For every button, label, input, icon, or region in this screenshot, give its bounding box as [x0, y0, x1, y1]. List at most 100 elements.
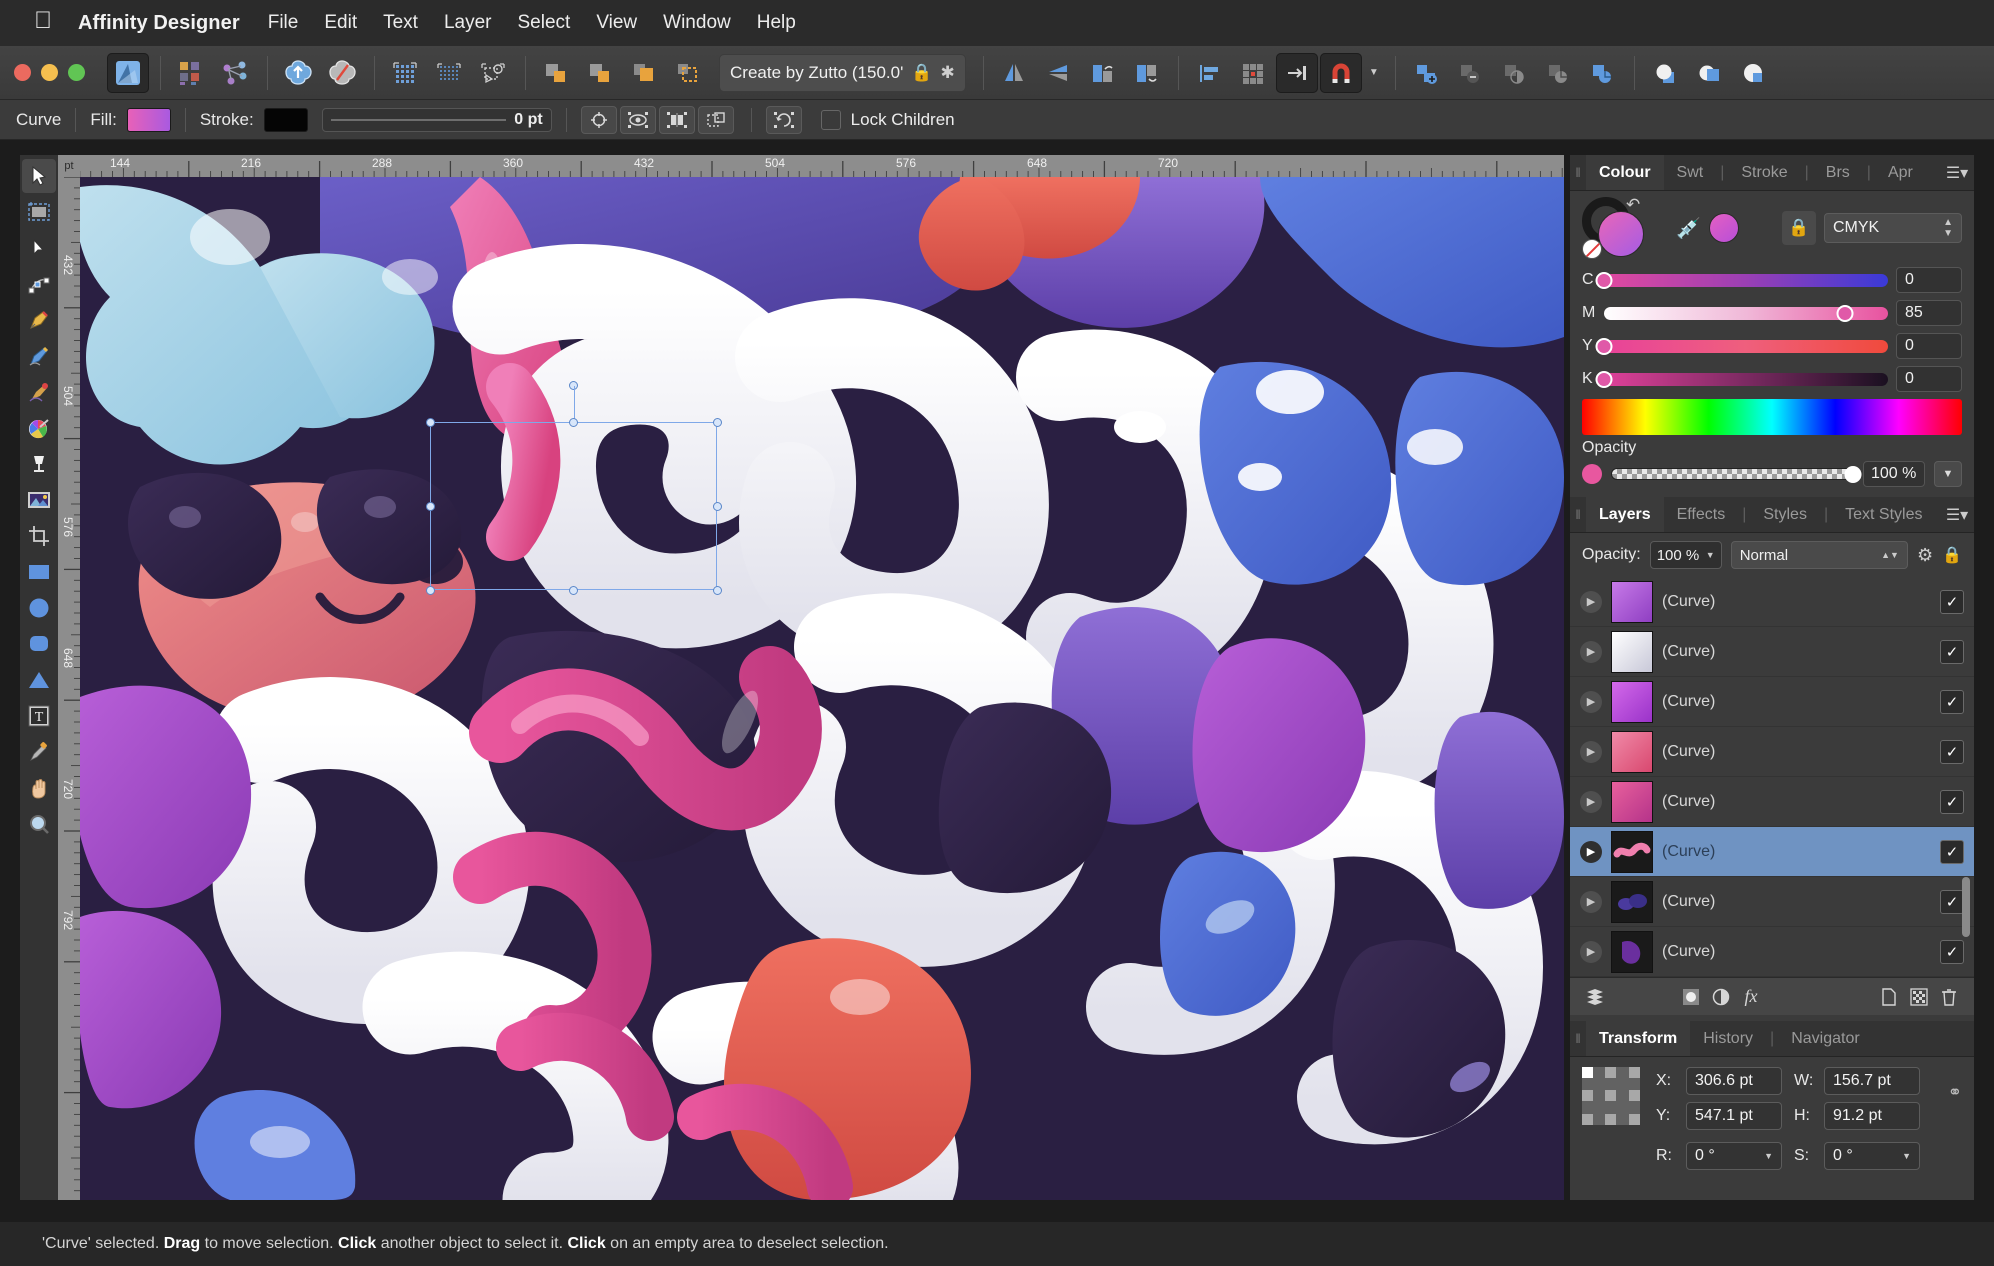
anchor-point-mc[interactable]	[1605, 1090, 1616, 1101]
layer-visibility-checkbox[interactable]: ✓	[1940, 589, 1964, 614]
selection-handle-bc[interactable]	[569, 586, 578, 595]
anchor-point-bc[interactable]	[1605, 1114, 1616, 1125]
toolbar-geometry-subtract[interactable]	[1449, 53, 1491, 93]
layer-expand-icon[interactable]: ▶	[1580, 890, 1602, 913]
toolbar-boolean-add[interactable]	[535, 53, 577, 93]
anchor-point-br[interactable]	[1629, 1114, 1640, 1125]
tab-colour[interactable]: Colour	[1586, 155, 1664, 190]
pen-tool[interactable]	[22, 303, 56, 337]
document-lock-icon[interactable]: 🔒	[911, 63, 932, 83]
apple-menu-icon[interactable]: 	[34, 9, 52, 33]
layers-settings-gear-icon[interactable]: ⚙	[1917, 545, 1933, 566]
layer-visibility-checkbox[interactable]: ✓	[1940, 889, 1964, 914]
panel-grip-transform[interactable]: ‖	[1570, 1021, 1586, 1056]
menu-view[interactable]: View	[596, 12, 637, 34]
toolbar-arrange-back[interactable]	[1688, 53, 1730, 93]
table-row[interactable]: ▶ (Curve) ✓	[1570, 627, 1974, 677]
colour-picker-tool[interactable]	[22, 735, 56, 769]
slider-track-y[interactable]	[1595, 337, 1888, 355]
opacity-slider-knob[interactable]	[1844, 466, 1862, 483]
transform-y-field[interactable]: 547.1 pt	[1686, 1102, 1782, 1130]
cmyk-slider-c[interactable]: C 0	[1582, 267, 1962, 293]
selection-handle-mr[interactable]	[713, 502, 722, 511]
lock-children-checkbox[interactable]	[820, 109, 841, 130]
new-layer-icon[interactable]	[1874, 983, 1904, 1011]
toolbar-arrange-pie[interactable]	[1732, 53, 1774, 93]
layer-expand-icon[interactable]: ▶	[1580, 590, 1602, 613]
selection-handle-br[interactable]	[713, 586, 722, 595]
layers-scrollbar[interactable]	[1962, 877, 1970, 937]
toolbar-detach-symbol[interactable]	[321, 53, 363, 93]
tab-text-styles[interactable]: Text Styles	[1832, 497, 1935, 532]
triangle-tool[interactable]	[22, 663, 56, 697]
table-row[interactable]: ▶ (Curve) ✓	[1570, 677, 1974, 727]
menu-help[interactable]: Help	[757, 12, 796, 34]
layer-expand-icon[interactable]: ▶	[1580, 790, 1602, 813]
toolbar-boolean-subtract[interactable]	[579, 53, 621, 93]
selection-handle-tr[interactable]	[713, 418, 722, 427]
opacity-value-field[interactable]: 100 %	[1863, 461, 1925, 487]
vector-brush-tool[interactable]	[22, 411, 56, 445]
artboard-tool[interactable]	[22, 195, 56, 229]
transform-r-field[interactable]: 0 ° ▼	[1686, 1142, 1782, 1170]
picked-colour-dot[interactable]	[1708, 213, 1739, 243]
layer-visibility-checkbox[interactable]: ✓	[1940, 789, 1964, 814]
cmyk-slider-k[interactable]: K 0	[1582, 366, 1962, 392]
layer-visibility-checkbox[interactable]: ✓	[1940, 739, 1964, 764]
slider-value-y[interactable]: 0	[1896, 333, 1962, 359]
zoom-tool[interactable]	[22, 807, 56, 841]
table-row[interactable]: ▶ (Curve) ✓	[1570, 727, 1974, 777]
slider-track-k[interactable]	[1595, 370, 1888, 388]
table-row[interactable]: ▶ (Curve) ✓	[1570, 577, 1974, 627]
cmyk-slider-m[interactable]: M 85	[1582, 300, 1962, 326]
toolbar-boolean-intersect[interactable]	[623, 53, 665, 93]
tab-swatches[interactable]: Swt	[1664, 155, 1717, 190]
toolbar-geometry-combine[interactable]	[1581, 53, 1623, 93]
move-tool[interactable]	[22, 159, 56, 193]
layers-list[interactable]: ▶ (Curve) ✓ ▶ (Curve) ✓ ▶ (Curve) ✓ ▶ (C…	[1570, 577, 1974, 977]
layer-expand-icon[interactable]: ▶	[1580, 940, 1602, 963]
no-colour-icon[interactable]	[1582, 239, 1602, 259]
selection-bounding-box[interactable]	[430, 422, 717, 590]
mirror-icon[interactable]	[658, 105, 695, 134]
menu-edit[interactable]: Edit	[324, 12, 357, 34]
toolbar-flip-vertical[interactable]	[1037, 53, 1079, 93]
tab-transform[interactable]: Transform	[1586, 1021, 1691, 1056]
anchor-point-ml[interactable]	[1582, 1090, 1593, 1101]
layer-expand-icon[interactable]: ▶	[1580, 740, 1602, 763]
tab-appearance[interactable]: Apr	[1875, 155, 1926, 190]
anchor-point-bl[interactable]	[1582, 1114, 1593, 1125]
fill-swatch[interactable]	[126, 107, 171, 132]
table-row[interactable]: ▶ (Curve) ✓	[1570, 827, 1974, 877]
slider-knob-y[interactable]	[1595, 337, 1613, 355]
anchor-point-tc[interactable]	[1605, 1067, 1616, 1078]
slider-knob-c[interactable]	[1595, 271, 1613, 289]
pencil-tool[interactable]	[22, 339, 56, 373]
mask-icon[interactable]	[1676, 983, 1706, 1011]
tab-navigator[interactable]: Navigator	[1778, 1021, 1872, 1056]
toolbar-constraints[interactable]	[472, 53, 514, 93]
toolbar-pixel-grid[interactable]	[384, 53, 426, 93]
layer-expand-icon[interactable]: ▶	[1580, 840, 1602, 863]
duplicate-icon[interactable]	[697, 105, 734, 134]
fill-colour-circle[interactable]	[1598, 211, 1644, 257]
transform-link-ratio-icon[interactable]: ⚭	[1948, 1083, 1962, 1103]
toolbar-swatches-grid[interactable]	[170, 53, 212, 93]
toolbar-flip-horizontal[interactable]	[993, 53, 1035, 93]
minimize-button[interactable]	[41, 64, 58, 81]
menu-select[interactable]: Select	[518, 12, 571, 34]
toolbar-geometry-intersect[interactable]	[1493, 53, 1535, 93]
layer-visibility-checkbox[interactable]: ✓	[1940, 689, 1964, 714]
layer-visibility-checkbox[interactable]: ✓	[1940, 639, 1964, 664]
transform-s-field[interactable]: 0 ° ▼	[1824, 1142, 1920, 1170]
slider-knob-m[interactable]	[1836, 304, 1854, 322]
menu-window[interactable]: Window	[663, 12, 731, 34]
persona-designer-button[interactable]	[107, 52, 149, 93]
toolbar-add-to-symbol[interactable]	[277, 53, 319, 93]
refresh-icon[interactable]	[765, 105, 802, 134]
hand-tool[interactable]	[22, 771, 56, 805]
stroke-swatch[interactable]	[263, 107, 308, 132]
toolbar-rotate-left[interactable]	[1081, 53, 1123, 93]
node-select-tool[interactable]	[22, 231, 56, 265]
slider-value-c[interactable]: 0	[1896, 267, 1962, 293]
